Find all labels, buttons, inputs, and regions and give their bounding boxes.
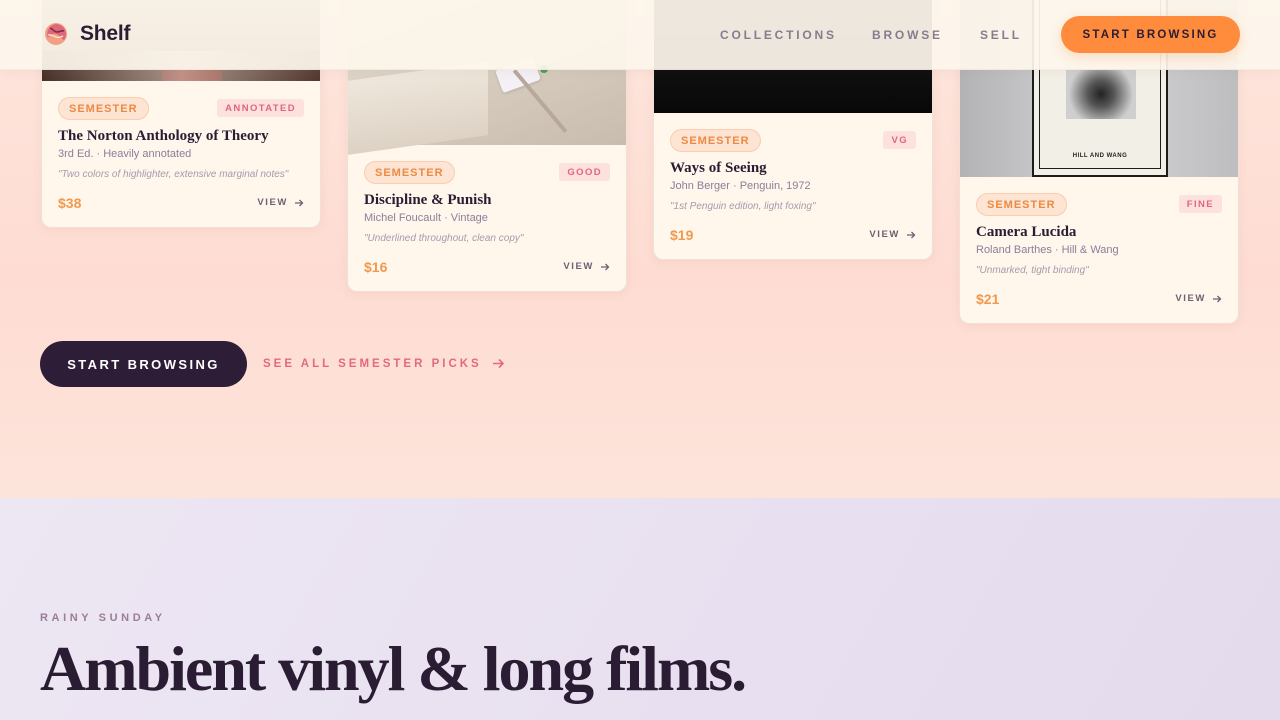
- condition-badge: GOOD: [559, 163, 610, 181]
- arrow-right-icon: [295, 199, 304, 206]
- book-price: $19: [670, 227, 694, 243]
- book-note: "Underlined throughout, clean copy": [364, 233, 524, 244]
- view-label: VIEW: [257, 197, 288, 208]
- book-price: $38: [58, 195, 82, 211]
- book-title: Ways of Seeing: [670, 160, 767, 176]
- see-all-label: SEE ALL SEMESTER PICKS: [263, 357, 482, 370]
- brand-name: Shelf: [80, 22, 131, 45]
- arrow-right-icon: [601, 263, 610, 270]
- book-note: "1st Penguin edition, light foxing": [670, 201, 816, 212]
- semester-tag: SEMESTER: [364, 161, 455, 184]
- condition-badge: VG: [883, 131, 916, 149]
- nav-sell[interactable]: SELL: [980, 28, 1022, 42]
- arrow-right-icon: [1213, 295, 1222, 302]
- book-price: $16: [364, 259, 388, 275]
- view-label: VIEW: [1175, 293, 1206, 304]
- book-title: Camera Lucida: [976, 224, 1077, 240]
- start-browsing-header-button[interactable]: START BROWSING: [1061, 16, 1240, 53]
- nav-browse[interactable]: BROWSE: [872, 28, 943, 42]
- view-label: VIEW: [869, 229, 900, 240]
- condition-badge: FINE: [1178, 195, 1222, 213]
- view-link[interactable]: VIEW: [869, 229, 916, 240]
- book-note: "Two colors of highlighter, extensive ma…: [58, 169, 289, 180]
- view-link[interactable]: VIEW: [1175, 293, 1222, 304]
- brand-link[interactable]: Shelf: [44, 22, 131, 46]
- arrow-right-icon: [492, 358, 504, 369]
- condition-badge: ANNOTATED: [217, 99, 304, 117]
- arrow-right-icon: [907, 231, 916, 238]
- book-price: $21: [976, 291, 1000, 307]
- view-link[interactable]: VIEW: [563, 261, 610, 272]
- shelf-logo-icon: [45, 23, 67, 45]
- cover-publisher-text: HILL AND WANG: [1072, 153, 1128, 159]
- start-browsing-button[interactable]: START BROWSING: [40, 341, 247, 387]
- semester-tag: SEMESTER: [670, 129, 761, 152]
- semester-tag: SEMESTER: [58, 97, 149, 120]
- book-note: "Unmarked, tight binding": [976, 265, 1089, 276]
- semester-tag: SEMESTER: [976, 193, 1067, 216]
- book-title: Discipline & Punish: [364, 192, 492, 208]
- see-all-semester-picks-link[interactable]: SEE ALL SEMESTER PICKS: [263, 357, 505, 370]
- site-header: Shelf COLLECTIONS BROWSE SELL START BROW…: [0, 0, 1280, 70]
- book-meta: 3rd Ed. · Heavily annotated: [58, 148, 192, 160]
- view-link[interactable]: VIEW: [257, 197, 304, 208]
- book-meta: John Berger · Penguin, 1972: [670, 180, 811, 192]
- nav-collections[interactable]: COLLECTIONS: [720, 28, 837, 42]
- section-headline: Ambient vinyl & long films.: [40, 633, 747, 704]
- section-eyebrow: RAINY SUNDAY: [40, 612, 166, 624]
- view-label: VIEW: [563, 261, 594, 272]
- book-meta: Michel Foucault · Vintage: [364, 212, 488, 224]
- book-meta: Roland Barthes · Hill & Wang: [976, 244, 1119, 256]
- book-title: The Norton Anthology of Theory: [58, 128, 269, 144]
